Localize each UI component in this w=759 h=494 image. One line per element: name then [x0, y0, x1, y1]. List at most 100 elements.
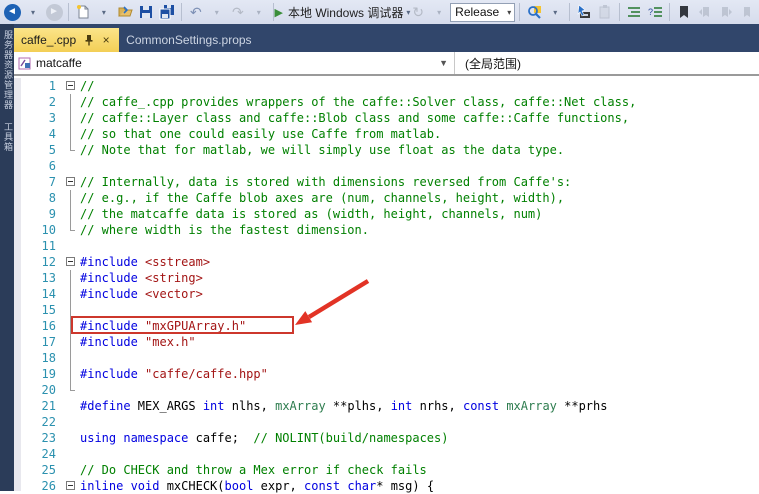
code-line[interactable]: 13 #include <string>	[14, 270, 759, 286]
member-dropdown[interactable]: (全局范围)	[455, 52, 759, 74]
navigate-forward-button[interactable]: ►	[44, 1, 64, 23]
code-line[interactable]: 7 // Internally, data is stored with dime…	[14, 174, 759, 190]
code-line[interactable]: 17 #include "mex.h"	[14, 334, 759, 350]
document-tab-strip: caffe_.cpp × CommonSettings.props	[14, 24, 759, 52]
line-number: 16	[41, 319, 56, 333]
paste-button[interactable]	[595, 1, 615, 23]
save-icon	[139, 6, 152, 18]
code-line[interactable]: 20	[14, 382, 759, 398]
tab-caffe-cpp[interactable]: caffe_.cpp ×	[14, 28, 120, 52]
fold-guide	[65, 206, 80, 222]
close-icon[interactable]: ×	[100, 33, 112, 47]
code-line[interactable]: 19 #include "caffe/caffe.hpp"	[14, 366, 759, 382]
comment-lines-button[interactable]	[624, 1, 644, 23]
prev-bookmark-button[interactable]	[695, 1, 715, 23]
breakpoint-margin[interactable]	[14, 78, 21, 491]
fold-guide	[65, 126, 80, 142]
new-file-button[interactable]	[73, 1, 93, 23]
fold-guide	[65, 158, 80, 174]
clear-bookmarks-icon	[744, 7, 751, 17]
chevron-down-icon: ▼	[439, 58, 448, 68]
code-line[interactable]: 21 #define MEX_ARGS int nlhs, mxArray **p…	[14, 398, 759, 414]
scope-dropdown[interactable]: matcaffe ▼	[14, 52, 455, 74]
code-line[interactable]: 8 // e.g., if the Caffe blob axes are (nu…	[14, 190, 759, 206]
add-item-button[interactable]	[115, 1, 135, 23]
fold-guide	[65, 430, 80, 446]
fold-guide	[65, 302, 80, 318]
code-line[interactable]: 6	[14, 158, 759, 174]
code-line[interactable]: 16 #include "mxGPUArray.h"	[14, 318, 759, 334]
refresh-dropdown[interactable]: ▾	[429, 1, 449, 23]
configuration-combo[interactable]: Release ▾	[450, 2, 516, 22]
code-line[interactable]: 14 #include <vector>	[14, 286, 759, 302]
undo-dropdown[interactable]: ▾	[207, 1, 227, 23]
fold-guide	[65, 366, 80, 382]
fold-guide	[65, 334, 80, 350]
configuration-value: Release	[455, 5, 500, 19]
navigate-forward-icon: ►	[45, 3, 63, 21]
code-line[interactable]: 25 // Do CHECK and throw a Mex error if c…	[14, 462, 759, 478]
code-text: // e.g., if the Caffe blob axes are (num…	[80, 191, 565, 205]
line-number: 19	[41, 367, 56, 381]
code-line[interactable]: 12 #include <sstream>	[14, 254, 759, 270]
start-debug-button[interactable]: ▶ 本地 Windows 调试器 ▾	[275, 1, 411, 23]
navigate-back-dropdown[interactable]: ▾	[23, 1, 43, 23]
pin-icon[interactable]	[84, 34, 94, 46]
scope-value: matcaffe	[36, 56, 82, 70]
clear-bookmarks-button[interactable]	[737, 1, 757, 23]
navigate-to-button[interactable]	[574, 1, 594, 23]
code-line[interactable]: 9 // the matcaffe data is stored as (widt…	[14, 206, 759, 222]
code-line[interactable]: 2 // caffe_.cpp provides wrappers of the …	[14, 94, 759, 110]
line-number: 7	[48, 175, 56, 189]
next-bookmark-button[interactable]	[716, 1, 736, 23]
line-number: 9	[48, 207, 56, 221]
tab-commonsettings-props[interactable]: CommonSettings.props	[119, 28, 258, 52]
toolbar-separator	[569, 3, 571, 21]
code-line[interactable]: 3 // caffe::Layer class and caffe::Blob c…	[14, 110, 759, 126]
redo-icon: ↷	[231, 4, 244, 20]
find-in-files-icon	[528, 6, 542, 19]
line-number: 11	[41, 239, 56, 253]
code-line[interactable]: 11	[14, 238, 759, 254]
save-all-button[interactable]	[157, 1, 177, 23]
line-number: 3	[48, 111, 56, 125]
fold-toggle[interactable]	[65, 174, 80, 190]
fold-guide	[65, 350, 80, 366]
code-line[interactable]: 26 inline void mxCHECK(bool expr, const c…	[14, 478, 759, 494]
redo-dropdown[interactable]: ▾	[249, 1, 269, 23]
code-line[interactable]: 24	[14, 446, 759, 462]
line-number: 8	[48, 191, 56, 205]
line-number: 18	[41, 351, 56, 365]
uncomment-lines-button[interactable]: ?	[645, 1, 665, 23]
fold-toggle[interactable]	[65, 478, 80, 494]
code-line[interactable]: 5 // Note that for matlab, we will simply…	[14, 142, 759, 158]
redo-button[interactable]: ↷	[228, 1, 248, 23]
find-options-dropdown[interactable]: ▾	[545, 1, 565, 23]
code-text: // Internally, data is stored with dimen…	[80, 175, 572, 189]
undo-button[interactable]: ↶	[186, 1, 206, 23]
code-line[interactable]: 23 using namespace caffe; // NOLINT(build…	[14, 430, 759, 446]
save-button[interactable]	[136, 1, 156, 23]
code-line[interactable]: 15	[14, 302, 759, 318]
code-line[interactable]: 1 //	[14, 78, 759, 94]
toggle-bookmark-button[interactable]	[674, 1, 694, 23]
fold-toggle[interactable]	[65, 78, 80, 94]
fold-guide	[65, 318, 80, 334]
code-line[interactable]: 22	[14, 414, 759, 430]
code-text: // Note that for matlab, we will simply …	[80, 143, 565, 157]
refresh-button[interactable]: ↻	[408, 1, 428, 23]
line-number: 12	[41, 255, 56, 269]
navigate-back-button[interactable]: ◄	[2, 1, 22, 23]
code-line[interactable]: 10 // where width is the fastest dimensio…	[14, 222, 759, 238]
code-editor[interactable]: 1 // 2 // caffe_.cpp provides wrappers of t…	[14, 78, 759, 494]
new-file-dropdown[interactable]: ▾	[94, 1, 114, 23]
code-line[interactable]: 18	[14, 350, 759, 366]
find-in-files-button[interactable]	[524, 1, 544, 23]
fold-guide	[65, 414, 80, 430]
code-text: #include <string>	[80, 271, 203, 285]
fold-toggle[interactable]	[65, 254, 80, 270]
code-line[interactable]: 4 // so that one could easily use Caffe f…	[14, 126, 759, 142]
